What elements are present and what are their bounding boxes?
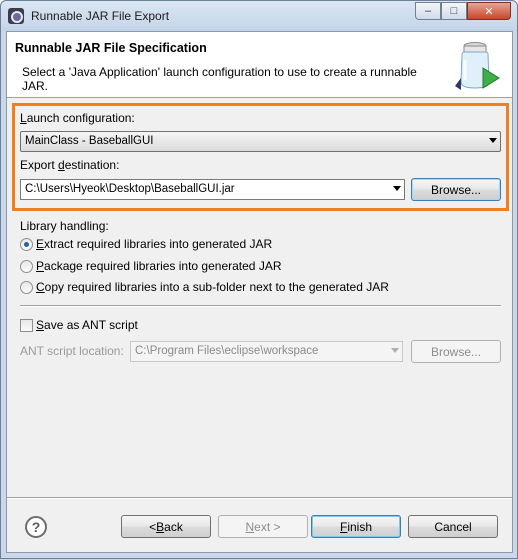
- page-title: Runnable JAR File Specification: [15, 41, 207, 55]
- radio-package-libraries[interactable]: [20, 260, 33, 273]
- browse-ant-button[interactable]: Browse...: [411, 340, 501, 363]
- footer-separator: [7, 497, 512, 499]
- ant-location-value: C:\Program Files\eclipse\workspace: [135, 345, 319, 357]
- chevron-down-icon: [393, 186, 401, 191]
- export-destination-label: Export destination:: [20, 158, 120, 172]
- library-handling-label: Library handling:: [20, 219, 109, 233]
- radio-package-label[interactable]: Package required libraries into generate…: [36, 259, 281, 273]
- separator: [20, 305, 501, 307]
- jar-export-icon: [455, 42, 500, 90]
- wizard-header: Runnable JAR File Specification Select a…: [7, 32, 512, 98]
- window-title: Runnable JAR File Export: [31, 9, 170, 23]
- back-button[interactable]: < Back: [121, 515, 211, 538]
- save-ant-script-checkbox[interactable]: [20, 319, 33, 332]
- window-controls: – □ ✕: [415, 2, 511, 20]
- dialog-window: Runnable JAR File Export – □ ✕ Runnable …: [0, 0, 518, 559]
- browse-destination-button[interactable]: Browse...: [411, 178, 501, 201]
- page-description: Select a 'Java Application' launch confi…: [22, 65, 417, 93]
- title-bar[interactable]: Runnable JAR File Export – □ ✕: [1, 1, 517, 31]
- launch-config-label: Launch configuration:: [20, 111, 135, 125]
- next-button[interactable]: Next >: [218, 515, 308, 538]
- cancel-button[interactable]: Cancel: [408, 515, 498, 538]
- close-button[interactable]: ✕: [467, 2, 511, 20]
- dialog-content: Runnable JAR File Specification Select a…: [6, 31, 513, 553]
- save-ant-script-label[interactable]: Save as ANT script: [36, 318, 138, 332]
- finish-button[interactable]: Finish: [311, 515, 401, 538]
- maximize-button[interactable]: □: [441, 2, 467, 20]
- radio-extract-label[interactable]: Extract required libraries into generate…: [36, 237, 272, 251]
- radio-copy-label[interactable]: Copy required libraries into a sub-folde…: [36, 280, 389, 294]
- launch-config-select[interactable]: MainClass - BaseballGUI: [20, 131, 501, 152]
- radio-extract-libraries[interactable]: [20, 238, 33, 251]
- help-icon[interactable]: ?: [25, 516, 47, 538]
- eclipse-icon: [8, 8, 24, 24]
- radio-copy-libraries[interactable]: [20, 281, 33, 294]
- chevron-down-icon: [391, 348, 399, 353]
- export-destination-combo[interactable]: C:\Users\Hyeok\Desktop\BaseballGUI.jar: [20, 179, 405, 200]
- ant-location-combo[interactable]: C:\Program Files\eclipse\workspace: [130, 341, 403, 362]
- export-destination-value: C:\Users\Hyeok\Desktop\BaseballGUI.jar: [25, 183, 235, 195]
- minimize-button[interactable]: –: [415, 2, 441, 20]
- ant-location-label: ANT script location:: [20, 344, 124, 358]
- chevron-down-icon: [489, 138, 497, 143]
- launch-config-value: MainClass - BaseballGUI: [25, 135, 154, 147]
